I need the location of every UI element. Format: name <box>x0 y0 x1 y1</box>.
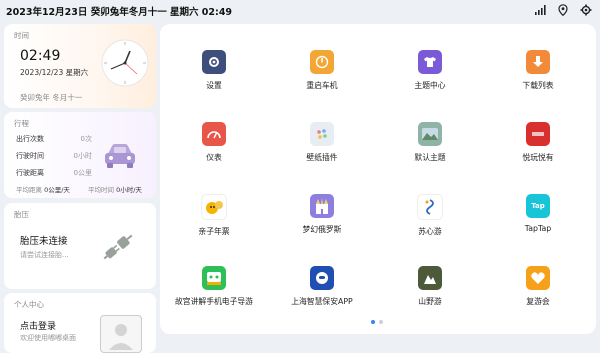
app-label: 梦幻俄罗斯 <box>302 225 342 234</box>
settings-gear-icon[interactable] <box>580 4 592 16</box>
app-label: 设置 <box>206 81 222 90</box>
landscape-icon <box>418 122 442 146</box>
swirl-logo-icon <box>417 194 443 220</box>
app-label: 山野游 <box>418 297 442 306</box>
castle-icon <box>310 194 334 218</box>
login-link[interactable]: 点击登录 <box>20 319 56 332</box>
trip-card-title: 行程 <box>14 119 29 128</box>
download-arrow-icon <box>526 50 550 74</box>
user-card-title: 个人中心 <box>14 300 44 309</box>
location-pin-icon[interactable] <box>558 4 568 16</box>
drive-time-label: 行驶时间 <box>16 152 44 160</box>
app-power[interactable]: 重启车机 <box>268 50 376 91</box>
app-landscape[interactable]: 默认主题 <box>376 122 484 163</box>
heart-icon <box>526 266 550 290</box>
app-swirl-logo[interactable]: 苏心游 <box>376 194 484 237</box>
tire-hint: 请尝试连接胎... <box>20 251 69 259</box>
taptap-icon: Tap <box>526 194 550 218</box>
avg-time: 平均时间 0小时/天 <box>88 184 142 194</box>
app-gauge[interactable]: 仪表 <box>160 122 268 163</box>
app-label: 悦玩悦有 <box>522 153 554 162</box>
robot-icon <box>310 266 334 290</box>
avg-distance: 平均距离 0公里/天 <box>16 184 70 194</box>
user-avatar-icon <box>109 324 133 350</box>
app-palette[interactable]: 壁纸插件 <box>268 122 376 163</box>
app-label: 苏心游 <box>418 227 442 236</box>
app-gear[interactable]: 设置 <box>160 50 268 91</box>
welcome-hint: 欢迎使用嘟嘟桌面 <box>20 334 76 342</box>
guide-icon <box>202 266 226 290</box>
current-date: 2023/12/23 星期六 <box>20 68 89 77</box>
app-download-arrow[interactable]: 下载列表 <box>484 50 592 91</box>
tire-status: 胎压未连接 <box>20 236 68 247</box>
app-label: 下载列表 <box>522 81 554 90</box>
power-icon <box>310 50 334 74</box>
app-label: TapTap <box>524 224 552 233</box>
app-tshirt[interactable]: 主题中心 <box>376 50 484 91</box>
avg-time-value: 0小时/天 <box>116 186 142 194</box>
avatar[interactable] <box>100 315 142 353</box>
app-label: 默认主题 <box>414 153 446 162</box>
app-label: 壁纸插件 <box>306 153 338 162</box>
page-dot-active[interactable] <box>371 320 375 324</box>
trip-count-label: 出行次数 <box>16 135 44 143</box>
app-label: 主题中心 <box>414 81 446 90</box>
car-icon <box>105 144 135 168</box>
signal-icon <box>535 5 546 15</box>
current-time: 02:49 <box>20 48 61 64</box>
app-label: 仪表 <box>206 153 222 162</box>
status-datetime: 2023年12月23日 癸卯兔年冬月十一 星期六 02:49 <box>6 7 233 18</box>
drive-time-value: 0小时 <box>73 152 92 160</box>
trip-count-value: 0次 <box>80 135 92 143</box>
personal-center-card[interactable]: 个人中心 点击登录 欢迎使用嘟嘟桌面 <box>4 293 156 353</box>
app-label: 亲子年票 <box>198 227 230 236</box>
app-castle[interactable]: 梦幻俄罗斯 <box>268 194 376 235</box>
app-heart[interactable]: 复游会 <box>484 266 592 307</box>
palette-icon <box>310 122 334 146</box>
app-brand-logo[interactable]: 悦玩悦有 <box>484 122 592 163</box>
drive-distance-value: 0公里 <box>73 169 92 177</box>
lunar-date: 癸卯兔年 冬月十一 <box>20 93 83 102</box>
app-guide[interactable]: 故宫讲解手机电子导游 <box>160 266 268 307</box>
tire-pressure-card[interactable]: 胎压 胎压未连接 请尝试连接胎... <box>4 203 156 289</box>
page-indicator[interactable] <box>371 320 383 324</box>
app-robot[interactable]: 上海智慧保安APP <box>268 266 376 307</box>
status-bar: 2023年12月23日 癸卯兔年冬月十一 星期六 02:49 <box>0 0 600 22</box>
mountain-icon <box>418 266 442 290</box>
app-cartoon[interactable]: 亲子年票 <box>160 194 268 237</box>
trip-card[interactable]: 行程 出行次数 0次 行驶时间 0小时 行驶距离 0公里 平均距离 0公里/天 … <box>4 112 156 198</box>
avg-distance-label: 平均距离 <box>16 186 42 194</box>
cartoon-icon <box>201 194 227 220</box>
plug-disconnected-icon <box>103 234 133 260</box>
app-label: 上海智慧保安APP <box>291 297 353 306</box>
app-mountain[interactable]: 山野游 <box>376 266 484 307</box>
gauge-icon <box>202 122 226 146</box>
app-label: 复游会 <box>526 297 550 306</box>
time-card-title: 时间 <box>14 31 29 40</box>
analog-clock-icon <box>101 39 149 87</box>
app-grid-panel: 设置 重启车机 主题中心 下载列表仪表 壁纸插件 默认主题 悦玩悦有亲子年票 梦幻俄罗斯 苏心游… <box>160 24 596 334</box>
brand-logo-icon <box>526 122 550 146</box>
drive-distance-label: 行驶距离 <box>16 169 44 177</box>
app-label: 重启车机 <box>306 81 338 90</box>
app-label: 故宫讲解手机电子导游 <box>175 297 253 306</box>
app-taptap[interactable]: Tap TapTap <box>484 194 592 233</box>
tshirt-icon <box>418 50 442 74</box>
gear-icon <box>202 50 226 74</box>
tire-card-title: 胎压 <box>14 210 29 219</box>
avg-time-label: 平均时间 <box>88 186 114 194</box>
time-card[interactable]: 时间 02:49 2023/12/23 星期六 癸卯兔年 冬月十一 <box>4 24 156 108</box>
page-dot[interactable] <box>379 320 383 324</box>
avg-distance-value: 0公里/天 <box>44 186 70 194</box>
taptap-text: Tap <box>531 202 545 210</box>
